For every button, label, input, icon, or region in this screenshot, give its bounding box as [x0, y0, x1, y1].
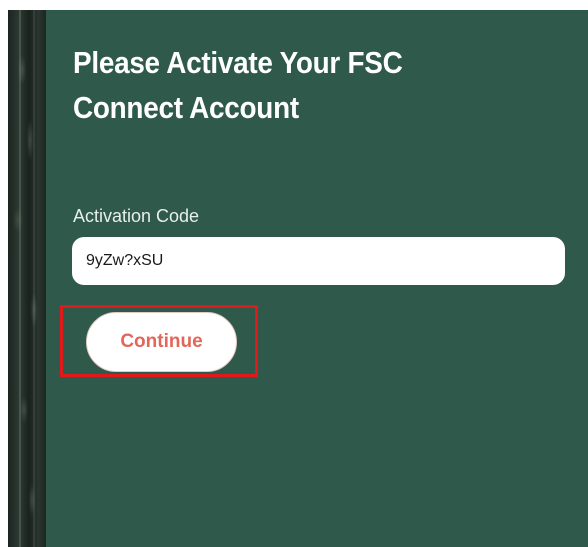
forest-background-image — [8, 10, 46, 547]
continue-button[interactable]: Continue — [86, 312, 237, 372]
tree-trunk-highlight — [19, 10, 21, 547]
tree-trunk-highlight — [33, 10, 35, 547]
page-frame: Please Activate Your FSC Connect Account… — [0, 0, 588, 547]
activation-code-input[interactable] — [72, 237, 565, 285]
page-title: Please Activate Your FSC Connect Account — [73, 45, 403, 125]
activation-code-label: Activation Code — [73, 206, 200, 226]
activation-panel: Please Activate Your FSC Connect Account… — [46, 10, 588, 547]
